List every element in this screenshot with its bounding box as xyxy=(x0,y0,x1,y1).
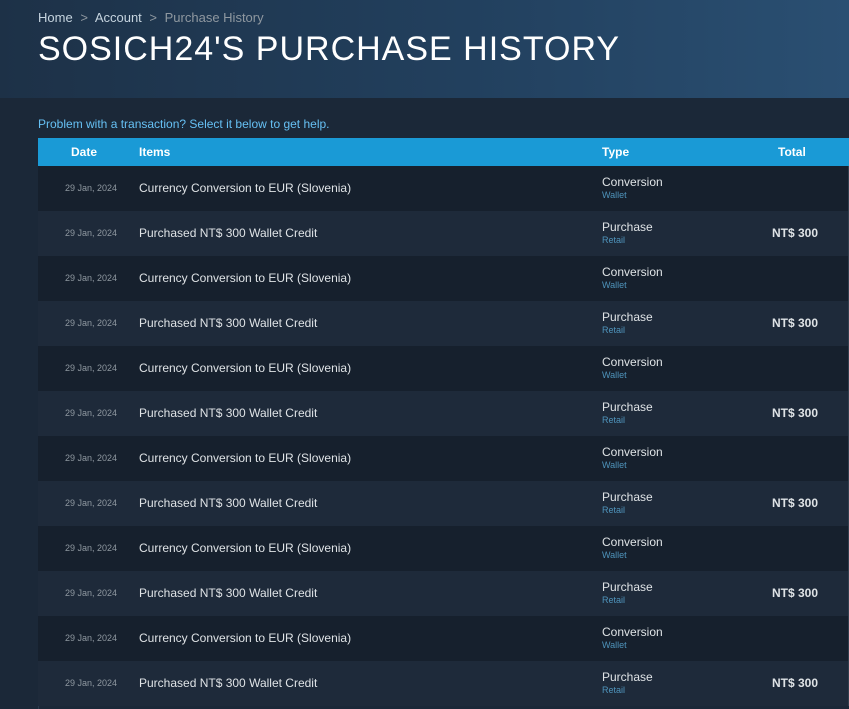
row-total: NT$ 300 xyxy=(772,676,819,690)
row-item: Currency Conversion to EUR (Slovenia) xyxy=(139,541,352,555)
row-subtype: Retail xyxy=(602,505,626,515)
row-date: 29 Jan, 2024 xyxy=(65,588,118,598)
row-subtype: Retail xyxy=(602,595,626,605)
breadcrumb-separator: > xyxy=(80,10,88,25)
table-body: 29 Jan, 2024 Currency Conversion to EUR (… xyxy=(38,166,849,706)
row-item: Currency Conversion to EUR (Slovenia) xyxy=(139,361,352,375)
table-row[interactable]: 29 Jan, 2024 Currency Conversion to EUR (… xyxy=(38,256,849,301)
row-type-cell: Purchase Retail xyxy=(602,220,653,246)
column-header-type: Type xyxy=(602,145,630,159)
row-date: 29 Jan, 2024 xyxy=(65,543,118,553)
table-row[interactable]: 29 Jan, 2024 Purchased NT$ 300 Wallet Cre… xyxy=(38,211,849,256)
row-subtype: Wallet xyxy=(602,460,627,470)
row-item: Currency Conversion to EUR (Slovenia) xyxy=(139,451,352,465)
row-type-cell: Conversion Wallet xyxy=(602,175,663,201)
row-date: 29 Jan, 2024 xyxy=(65,228,118,238)
breadcrumb-current: Purchase History xyxy=(164,10,264,25)
column-header-total: Total xyxy=(778,145,806,159)
row-type-cell: Conversion Wallet xyxy=(602,445,663,471)
row-type: Conversion xyxy=(602,355,663,369)
row-type: Purchase xyxy=(602,490,653,504)
breadcrumb-home-link[interactable]: Home xyxy=(38,10,73,25)
row-type-cell: Conversion Wallet xyxy=(602,535,663,561)
table-row[interactable]: 29 Jan, 2024 Purchased NT$ 300 Wallet Cre… xyxy=(38,481,849,526)
row-date: 29 Jan, 2024 xyxy=(65,678,118,688)
table-row[interactable]: 29 Jan, 2024 Currency Conversion to EUR (… xyxy=(38,346,849,391)
row-type-cell: Purchase Retail xyxy=(602,670,653,696)
breadcrumb-separator: > xyxy=(149,10,158,25)
row-type-cell: Purchase Retail xyxy=(602,310,653,336)
table-row[interactable]: 29 Jan, 2024 Currency Conversion to EUR (… xyxy=(38,436,849,481)
row-type: Purchase xyxy=(602,670,653,684)
purchase-history-page: Home > Account > Purchase History SOSICH… xyxy=(0,0,849,709)
row-total: NT$ 300 xyxy=(772,226,819,240)
table-row[interactable]: 29 Jan, 2024 Currency Conversion to EUR (… xyxy=(38,526,849,571)
row-type: Purchase xyxy=(602,400,653,414)
row-subtype: Retail xyxy=(602,685,626,695)
row-type: Purchase xyxy=(602,220,653,234)
row-type-cell: Conversion Wallet xyxy=(602,625,663,651)
row-item: Purchased NT$ 300 Wallet Credit xyxy=(139,316,318,330)
row-date: 29 Jan, 2024 xyxy=(65,633,118,643)
row-item: Purchased NT$ 300 Wallet Credit xyxy=(139,496,318,510)
row-type: Purchase xyxy=(602,310,653,324)
row-date: 29 Jan, 2024 xyxy=(65,453,118,463)
row-item: Purchased NT$ 300 Wallet Credit xyxy=(139,406,318,420)
table-header: Date Items Type Total xyxy=(38,138,849,166)
row-total: NT$ 300 xyxy=(772,316,819,330)
row-date: 29 Jan, 2024 xyxy=(65,498,118,508)
row-item: Currency Conversion to EUR (Slovenia) xyxy=(139,631,352,645)
row-item: Currency Conversion to EUR (Slovenia) xyxy=(139,271,352,285)
table-row[interactable]: 29 Jan, 2024 Purchased NT$ 300 Wallet Cre… xyxy=(38,301,849,346)
row-item: Purchased NT$ 300 Wallet Credit xyxy=(139,676,318,690)
row-type-cell: Purchase Retail xyxy=(602,400,653,426)
table-row[interactable]: 29 Jan, 2024 Currency Conversion to EUR (… xyxy=(38,166,849,211)
column-header-items: Items xyxy=(139,145,171,159)
row-type: Conversion xyxy=(602,535,663,549)
row-date: 29 Jan, 2024 xyxy=(65,273,118,283)
row-item: Purchased NT$ 300 Wallet Credit xyxy=(139,586,318,600)
row-date: 29 Jan, 2024 xyxy=(65,183,118,193)
row-subtype: Wallet xyxy=(602,280,627,290)
row-type: Purchase xyxy=(602,580,653,594)
row-type-cell: Conversion Wallet xyxy=(602,355,663,381)
row-total: NT$ 300 xyxy=(772,586,819,600)
row-total: NT$ 300 xyxy=(772,496,819,510)
row-type: Conversion xyxy=(602,175,663,189)
column-header-date: Date xyxy=(71,145,98,159)
row-type-cell: Purchase Retail xyxy=(602,580,653,606)
table-row[interactable]: 29 Jan, 2024 Currency Conversion to EUR (… xyxy=(38,616,849,661)
row-subtype: Wallet xyxy=(602,190,627,200)
row-type-cell: Purchase Retail xyxy=(602,490,653,516)
row-date: 29 Jan, 2024 xyxy=(65,408,118,418)
row-item: Purchased NT$ 300 Wallet Credit xyxy=(139,226,318,240)
row-subtype: Retail xyxy=(602,235,626,245)
row-type: Conversion xyxy=(602,445,663,459)
table-row[interactable]: 29 Jan, 2024 Purchased NT$ 300 Wallet Cre… xyxy=(38,571,849,616)
row-item: Currency Conversion to EUR (Slovenia) xyxy=(139,181,352,195)
breadcrumb: Home > Account > Purchase History xyxy=(38,10,264,25)
row-total: NT$ 300 xyxy=(772,406,819,420)
row-date: 29 Jan, 2024 xyxy=(65,318,118,328)
breadcrumb-account-link[interactable]: Account xyxy=(95,10,142,25)
row-type: Conversion xyxy=(602,265,663,279)
page-title: SOSICH24'S PURCHASE HISTORY xyxy=(38,30,621,68)
table-row[interactable]: 29 Jan, 2024 Purchased NT$ 300 Wallet Cre… xyxy=(38,661,849,706)
row-subtype: Retail xyxy=(602,325,626,335)
row-type-cell: Conversion Wallet xyxy=(602,265,663,291)
row-type: Conversion xyxy=(602,625,663,639)
row-date: 29 Jan, 2024 xyxy=(65,363,118,373)
row-subtype: Wallet xyxy=(602,370,627,380)
row-subtype: Wallet xyxy=(602,550,627,560)
purchase-history-table: Date Items Type Total 29 Jan, 2024 Curren… xyxy=(38,138,849,706)
table-row[interactable]: 29 Jan, 2024 Purchased NT$ 300 Wallet Cre… xyxy=(38,391,849,436)
row-subtype: Wallet xyxy=(602,640,627,650)
row-subtype: Retail xyxy=(602,415,626,425)
help-link[interactable]: Problem with a transaction? Select it be… xyxy=(38,117,330,131)
